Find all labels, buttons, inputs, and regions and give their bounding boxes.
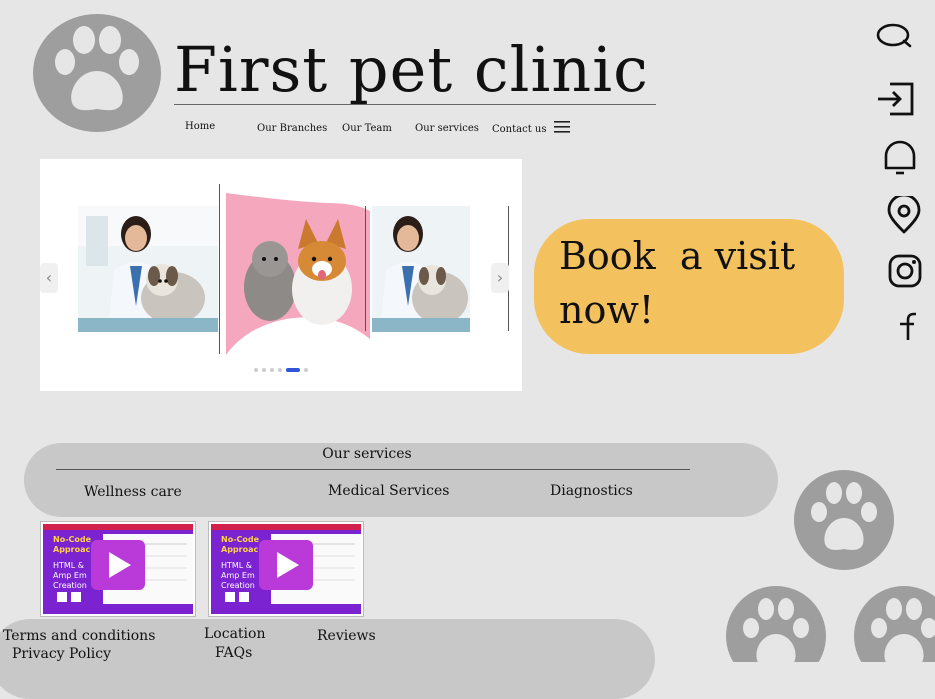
carousel-dot[interactable]: [262, 368, 266, 372]
video-thumb-text: Creation: [221, 581, 255, 590]
video-thumb-text: Approac: [221, 545, 259, 554]
facebook-icon[interactable]: [886, 306, 926, 346]
carousel-photo-vet-dog-2: [372, 206, 470, 332]
footer: Terms and conditions Privacy Policy Loca…: [0, 619, 655, 699]
video-thumb-text: No-Code: [221, 535, 260, 544]
services-section: Our services Wellness care Medical Servi…: [24, 443, 778, 517]
book-visit-label: Book a visit now!: [559, 234, 808, 332]
login-icon[interactable]: [876, 78, 916, 118]
location-pin-icon[interactable]: [884, 193, 924, 236]
paw-decoration-icon: [854, 586, 935, 662]
hamburger-menu-icon[interactable]: [553, 119, 571, 135]
video-thumb-text: Creation: [53, 581, 87, 590]
nav-our-services[interactable]: Our services: [415, 123, 479, 134]
image-carousel[interactable]: ‹ ›: [40, 159, 522, 391]
video-thumb-text: No-Code: [53, 535, 92, 544]
footer-location-link[interactable]: Location: [204, 626, 265, 642]
video-thumb-text: Amp Em: [221, 571, 255, 580]
carousel-dot[interactable]: [254, 368, 258, 372]
title-divider: [174, 104, 656, 105]
search-icon[interactable]: [874, 16, 914, 56]
footer-reviews-link[interactable]: Reviews: [317, 628, 376, 644]
footer-terms-link[interactable]: Terms and conditions: [3, 628, 155, 644]
service-medical-services[interactable]: Medical Services: [328, 483, 449, 499]
footer-privacy-link[interactable]: Privacy Policy: [12, 646, 111, 662]
video-thumbnail[interactable]: No-Code Approac HTML & Amp Em Creation: [40, 521, 196, 617]
nav-home[interactable]: Home: [185, 121, 215, 132]
book-visit-button[interactable]: Book a visit now!: [534, 219, 844, 354]
carousel-divider: [365, 206, 366, 331]
footer-faqs-link[interactable]: FAQs: [215, 645, 252, 661]
paw-decoration-icon: [794, 470, 894, 571]
paw-decoration-icon: [726, 586, 826, 662]
nav-our-team[interactable]: Our Team: [342, 123, 392, 134]
video-thumbnail[interactable]: No-Code Approac HTML & Amp Em Creation: [208, 521, 364, 617]
carousel-dot[interactable]: [286, 368, 300, 372]
service-diagnostics[interactable]: Diagnostics: [550, 483, 633, 499]
carousel-photo-poodle-corgi: [226, 189, 370, 355]
video-thumb-text: Amp Em: [53, 571, 87, 580]
video-thumb-text: HTML &: [221, 561, 253, 570]
carousel-dot[interactable]: [270, 368, 274, 372]
paw-logo-icon: [32, 13, 162, 133]
notification-bell-icon[interactable]: [880, 138, 920, 178]
services-heading: Our services: [322, 446, 412, 462]
video-thumb-text: HTML &: [53, 561, 85, 570]
nav-contact-us[interactable]: Contact us: [492, 124, 546, 135]
video-thumb-text: Approac: [53, 545, 91, 554]
main-nav: Home Our Branches Our Team Our services …: [170, 118, 590, 140]
service-wellness-care[interactable]: Wellness care: [84, 484, 182, 500]
services-divider: [56, 469, 690, 470]
instagram-icon[interactable]: [886, 252, 926, 292]
page-title: First pet clinic: [174, 33, 649, 106]
carousel-prev-arrow-icon[interactable]: ‹: [40, 263, 58, 293]
carousel-dot[interactable]: [278, 368, 282, 372]
carousel-next-arrow-icon[interactable]: ›: [491, 263, 509, 293]
carousel-divider: [219, 184, 220, 354]
carousel-dot[interactable]: [304, 368, 308, 372]
carousel-photo-vet-dog: [78, 206, 218, 332]
nav-our-branches[interactable]: Our Branches: [257, 123, 327, 134]
